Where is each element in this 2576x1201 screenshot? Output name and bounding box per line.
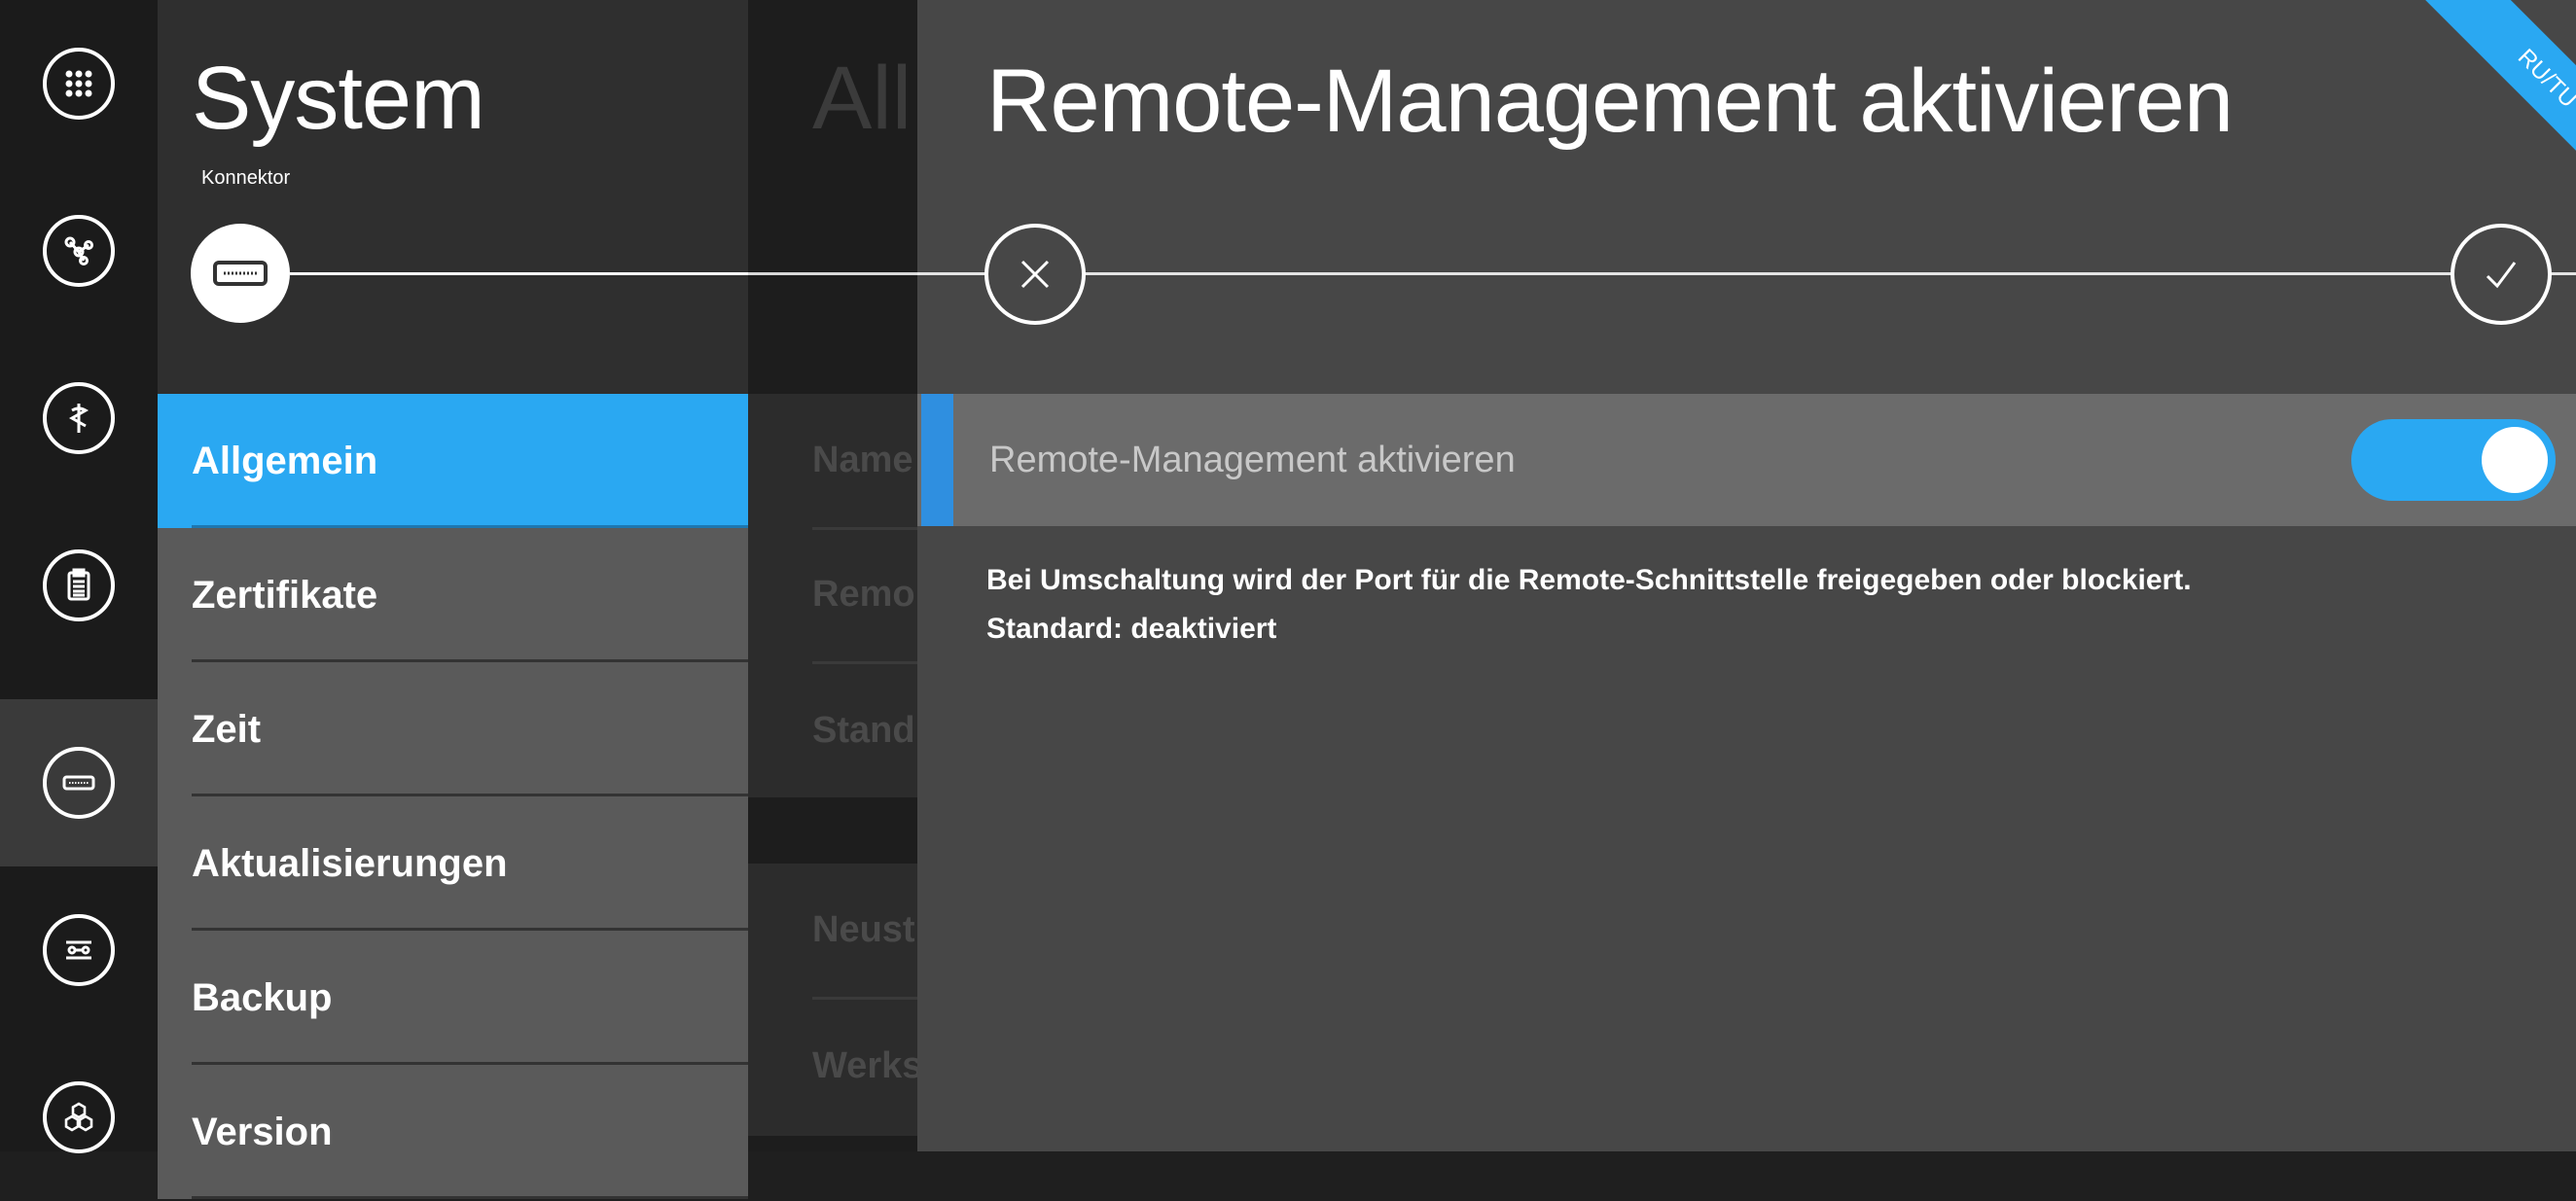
system-title: System — [192, 49, 485, 148]
rail-item-apps[interactable] — [0, 0, 158, 167]
menu-item-zeit[interactable]: Zeit — [158, 662, 748, 796]
general-row-werkseinstellungen[interactable]: Werks — [812, 1045, 917, 1087]
detail-progress-line — [917, 272, 2576, 275]
general-row-name[interactable]: Name — [812, 440, 913, 481]
rail-item-hexagons[interactable] — [0, 1034, 158, 1201]
description-default: Standard: deaktiviert — [986, 613, 1277, 645]
confirm-button[interactable] — [2451, 224, 2552, 325]
corner-ribbon: RU/TU — [2372, 0, 2576, 204]
general-row-neustart[interactable]: Neust — [812, 909, 915, 951]
hexagon-cluster-icon — [43, 1081, 115, 1153]
rail-item-connector[interactable] — [0, 699, 158, 866]
close-icon — [1020, 260, 1050, 289]
network-nodes-icon — [43, 215, 115, 287]
system-menu: Allgemein Zertifikate Zeit Aktualisierun… — [158, 394, 748, 1199]
general-progress-line — [748, 272, 917, 275]
rail-item-switch[interactable] — [0, 866, 158, 1034]
menu-item-backup[interactable]: Backup — [158, 931, 748, 1065]
system-panel: System Konnektor Allgemein Zertifikate Z… — [158, 0, 748, 1199]
rail-item-clipboard[interactable] — [0, 502, 158, 669]
setting-description: Bei Umschaltung wird der Port für die Re… — [986, 556, 2192, 653]
setting-label: Remote-Management aktivieren — [989, 439, 1516, 480]
checkmark-icon — [2486, 262, 2517, 289]
connector-device-icon — [43, 747, 115, 819]
icon-rail — [0, 0, 158, 1153]
general-title: All — [812, 49, 912, 148]
system-subtitle: Konnektor — [201, 167, 291, 189]
toggle-knob — [2482, 427, 2548, 493]
ribbon-label: RU/TU — [2422, 0, 2576, 203]
general-row-separator — [812, 527, 917, 530]
detail-title: Remote-Management aktivieren — [986, 52, 2234, 151]
general-row-separator — [812, 997, 917, 1000]
remote-management-panel: Remote-Management aktivieren Remote-Mana… — [917, 0, 2576, 1151]
menu-item-aktualisierungen[interactable]: Aktualisierungen — [158, 796, 748, 931]
menu-item-zertifikate[interactable]: Zertifikate — [158, 528, 748, 662]
setting-row-remote-management: Remote-Management aktivieren — [917, 394, 2576, 526]
system-node — [191, 224, 290, 323]
clipboard-icon — [43, 549, 115, 621]
general-row-separator — [812, 661, 917, 664]
cancel-button[interactable] — [984, 224, 1086, 325]
switch-toggle-icon — [43, 914, 115, 986]
general-row-remote[interactable]: Remo — [812, 574, 915, 616]
apps-grid-icon — [43, 48, 115, 120]
medical-staff-icon — [43, 382, 115, 454]
remote-management-toggle[interactable] — [2351, 419, 2556, 501]
menu-item-allgemein[interactable]: Allgemein — [158, 394, 748, 528]
general-row-standard[interactable]: Stand — [812, 710, 915, 752]
general-block-bottom — [748, 864, 917, 1136]
menu-item-version[interactable]: Version — [158, 1065, 748, 1199]
rail-item-network[interactable] — [0, 167, 158, 335]
setting-accent-bar — [921, 394, 953, 526]
general-settings-panel: All Name Remo Stand Neust Werks — [748, 0, 917, 1151]
connector-device-icon — [213, 261, 268, 286]
rail-item-medical[interactable] — [0, 335, 158, 502]
description-line: Bei Umschaltung wird der Port für die Re… — [986, 564, 2192, 596]
system-progress-line — [290, 272, 748, 275]
